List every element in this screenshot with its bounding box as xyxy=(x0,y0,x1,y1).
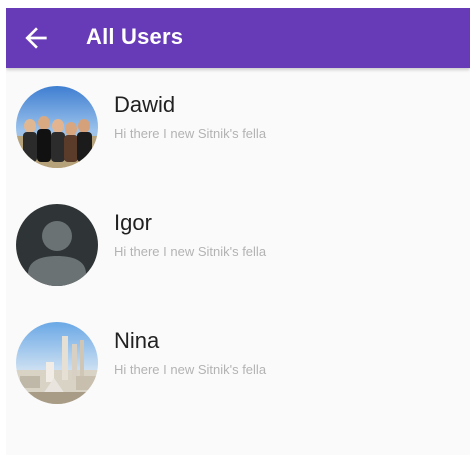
arrow-left-icon xyxy=(25,27,47,49)
avatar xyxy=(16,204,98,286)
user-status: Hi there I new Sitnik's fella xyxy=(114,244,267,259)
user-status: Hi there I new Sitnik's fella xyxy=(114,126,267,141)
app-bar: All Users xyxy=(6,8,470,68)
user-list-item[interactable]: Dawid Hi there I new Sitnik's fella xyxy=(6,68,470,186)
avatar xyxy=(16,86,98,168)
user-name: Dawid xyxy=(114,92,176,117)
group-photo-avatar xyxy=(16,86,98,168)
city-photo-avatar xyxy=(16,322,98,404)
default-person-icon xyxy=(16,204,98,286)
page-title: All Users xyxy=(86,24,184,49)
back-button[interactable] xyxy=(20,22,52,54)
user-list-item[interactable]: Igor Hi there I new Sitnik's fella xyxy=(6,186,470,304)
avatar xyxy=(16,322,98,404)
app-screen: All Users Dawid Hi there I new Sitnik's … xyxy=(6,8,470,455)
user-status: Hi there I new Sitnik's fella xyxy=(114,362,267,377)
user-name: Nina xyxy=(114,328,160,353)
user-list-item[interactable]: Nina Hi there I new Sitnik's fella xyxy=(6,304,470,422)
user-name: Igor xyxy=(114,210,152,235)
